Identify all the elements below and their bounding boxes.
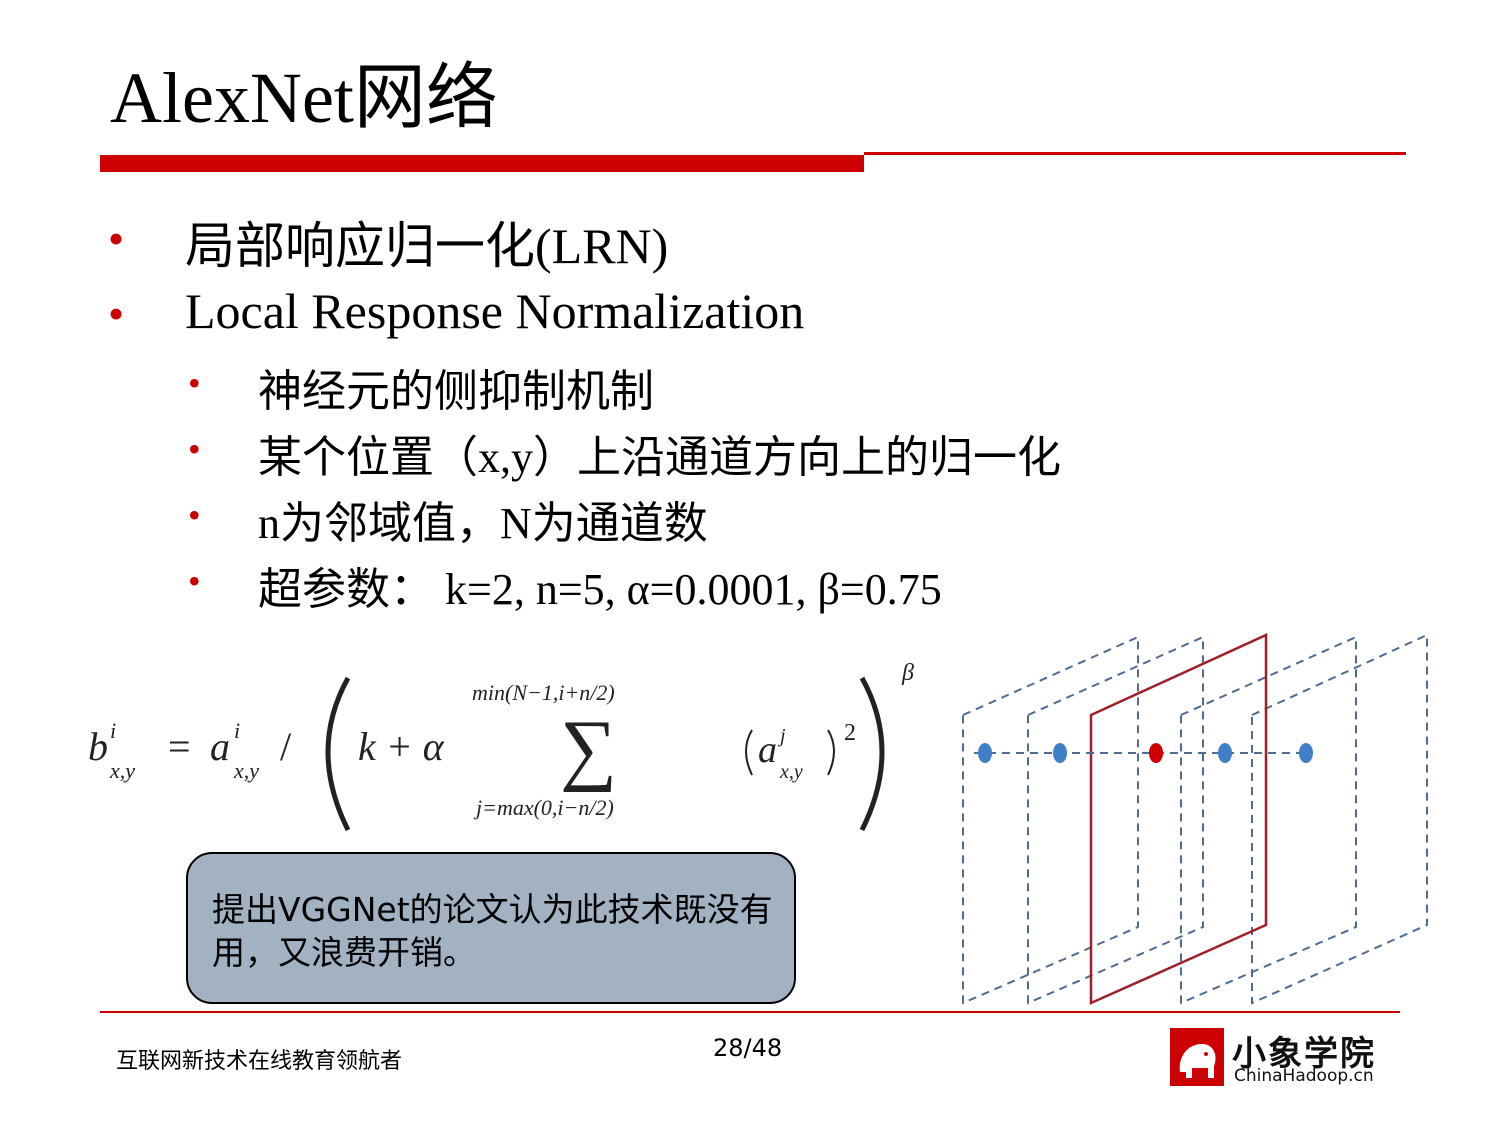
title-underline-thick bbox=[100, 155, 864, 172]
formula-sum-symbol: ∑ bbox=[560, 705, 617, 793]
formula-inner-left-paren bbox=[745, 729, 753, 776]
formula-slash: / bbox=[280, 724, 292, 769]
bullet-marker: • bbox=[108, 213, 125, 264]
formula-sup-i-2: i bbox=[234, 718, 240, 743]
feature-plane-4 bbox=[1180, 635, 1357, 1005]
formula-left-paren bbox=[325, 676, 351, 832]
formula-a-j: a bbox=[758, 729, 777, 771]
channel-planes-diagram bbox=[962, 633, 1428, 1005]
formula-b: b bbox=[88, 724, 108, 769]
neuron-dot bbox=[1053, 743, 1067, 763]
formula-sup-i: i bbox=[110, 718, 116, 743]
feature-plane-5 bbox=[1251, 633, 1428, 1005]
sub-bullet-hyperparameters: 超参数： k=2, n=5, α=0.0001, β=0.75 bbox=[258, 565, 942, 614]
formula-sub-xy-2: x,y bbox=[233, 758, 259, 783]
formula-a: a bbox=[210, 724, 230, 769]
formula-square: 2 bbox=[844, 720, 856, 746]
elephant-logo-icon bbox=[1170, 1028, 1224, 1086]
sub-bullet-marker: • bbox=[188, 429, 201, 469]
formula-right-paren bbox=[859, 676, 885, 832]
sub-bullet-lateral-inhibition: 神经元的侧抑制机制 bbox=[258, 367, 654, 416]
chinahadoop-logo: 小象学院 ChinaHadoop.cn bbox=[1170, 1026, 1400, 1090]
slide-title: AlexNet网络 bbox=[110, 58, 498, 138]
feature-plane-1 bbox=[962, 635, 1139, 1005]
page-number: 28/48 bbox=[713, 1034, 783, 1062]
sub-bullet-channel-normalization: 某个位置（x,y）上沿通道方向上的归一化 bbox=[258, 433, 1061, 482]
feature-plane-2 bbox=[1027, 635, 1204, 1005]
formula-sum-upper: min(N−1,i+n/2) bbox=[472, 680, 615, 705]
highlighted-feature-plane bbox=[1089, 633, 1268, 1005]
neuron-dot bbox=[978, 743, 992, 763]
logo-domain: ChinaHadoop.cn bbox=[1234, 1066, 1374, 1086]
formula-inner-right-paren bbox=[827, 729, 835, 776]
neuron-dot bbox=[1299, 743, 1313, 763]
sub-bullet-marker: • bbox=[188, 495, 201, 535]
callout-text: 提出VGGNet的论文认为此技术既没有用，又浪费开销。 bbox=[212, 890, 773, 972]
bullet-text-local-response: Local Response Normalization bbox=[185, 283, 805, 339]
lrn-formula: b i x,y = a i x,y / k + α min(N−1,i+n/2)… bbox=[88, 660, 914, 832]
vggnet-note-callout: 提出VGGNet的论文认为此技术既没有用，又浪费开销。 bbox=[186, 852, 796, 1004]
formula-sub-xy-3: x,y bbox=[779, 761, 803, 783]
sub-bullet-marker: • bbox=[188, 561, 201, 601]
formula-k-alpha: k + α bbox=[358, 724, 445, 769]
sub-bullet-neighborhood: n为邻域值，N为通道数 bbox=[258, 499, 708, 548]
formula-equals: = bbox=[168, 724, 191, 769]
bullet-marker: • bbox=[108, 288, 125, 339]
bullet-text-lrn: 局部响应归一化(LRN) bbox=[185, 218, 669, 274]
footer-slogan: 互联网新技术在线教育领航者 bbox=[116, 1049, 403, 1074]
sub-bullet-marker: • bbox=[188, 363, 201, 403]
footer-divider bbox=[100, 1011, 1400, 1013]
formula-sub-xy: x,y bbox=[109, 758, 135, 783]
center-neuron-dot bbox=[1149, 743, 1163, 763]
formula-sup-j: j bbox=[777, 725, 786, 747]
title-underline-thin bbox=[864, 152, 1406, 155]
neuron-dot bbox=[1218, 743, 1232, 763]
formula-beta: β bbox=[901, 660, 914, 686]
formula-sum-lower: j=max(0,i−n/2) bbox=[473, 795, 614, 820]
